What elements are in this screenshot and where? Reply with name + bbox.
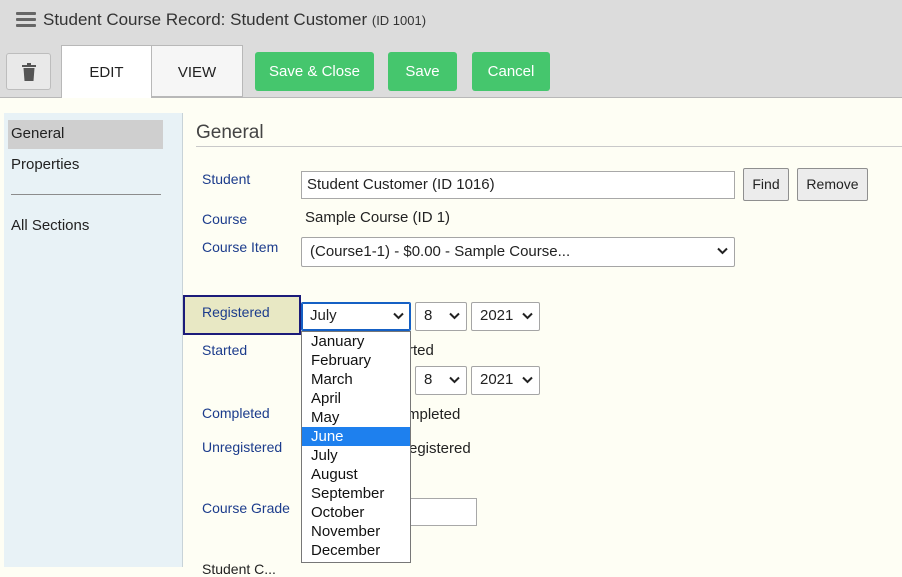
completed-label: Completed [202,405,270,421]
started-day-value: 8 [424,371,433,388]
student-field[interactable]: Student Customer (ID 1016) [301,171,735,199]
trash-icon [22,63,36,81]
section-title: General [196,122,264,143]
title-bar: Student Course Record: Student Customer … [0,0,902,40]
save-button[interactable]: Save [388,52,457,91]
month-option-highlighted[interactable]: June [302,427,410,446]
started-day-select[interactable]: 8 [415,366,467,395]
month-option[interactable]: March [302,370,410,389]
page-title-id: (ID 1001) [371,13,427,28]
sidebar: General Properties All Sections [4,113,183,567]
month-option[interactable]: November [302,522,410,541]
course-label: Course [202,211,248,227]
registered-label-box: Registered [183,295,301,335]
course-item-value: (Course1-1) - $0.00 - Sample Course... [310,243,571,260]
section-divider [196,146,902,147]
chevron-down-icon [449,376,460,384]
started-label: Started [202,342,248,358]
tab-edit[interactable]: EDIT [61,45,152,98]
registered-day-value: 8 [424,307,433,324]
started-year-value: 2021 [480,371,514,388]
month-option[interactable]: April [302,389,410,408]
sidebar-item-properties[interactable]: Properties [11,156,79,173]
registered-day-select[interactable]: 8 [415,302,467,331]
find-button[interactable]: Find [743,168,789,201]
registered-label: Registered [202,304,270,320]
started-year-select[interactable]: 2021 [471,366,540,395]
delete-button[interactable] [6,53,51,90]
course-value: Sample Course (ID 1) [305,209,451,226]
student-cut-off-label: Student C... [202,561,276,577]
completed-status[interactable]: mpleted [407,406,460,423]
registered-month-select[interactable]: July [301,302,411,331]
sidebar-item-all-sections[interactable]: All Sections [11,217,89,234]
course-grade-field[interactable] [400,498,477,526]
chevron-down-icon [393,312,404,320]
month-option[interactable]: May [302,408,410,427]
course-item-select[interactable]: (Course1-1) - $0.00 - Sample Course... [301,237,735,267]
chevron-down-icon [522,376,533,384]
student-label: Student [202,171,251,187]
month-dropdown-list[interactable]: January February March April May June Ju… [301,331,411,563]
course-grade-label: Course Grade [202,500,290,516]
save-close-button[interactable]: Save & Close [255,52,374,91]
remove-button[interactable]: Remove [797,168,868,201]
page-title: Student Course Record: Student Customer … [43,10,426,30]
toolbar: EDIT VIEW Save & Close Save Cancel [0,40,902,98]
chevron-down-icon [449,312,460,320]
month-option[interactable]: September [302,484,410,503]
sidebar-item-general[interactable]: General [11,125,64,142]
page-title-text: Student Course Record: Student Customer [43,10,368,29]
month-option[interactable]: August [302,465,410,484]
registered-year-value: 2021 [480,307,514,324]
started-status[interactable]: rted [408,342,434,359]
course-item-label: Course Item [202,239,279,255]
registered-year-select[interactable]: 2021 [471,302,540,331]
chevron-down-icon [717,247,728,255]
month-option[interactable]: February [302,351,410,370]
month-option[interactable]: January [302,332,410,351]
sidebar-divider [11,194,161,195]
tab-view[interactable]: VIEW [152,45,243,97]
registered-month-value: July [310,307,337,324]
chevron-down-icon [522,312,533,320]
month-option[interactable]: December [302,541,410,560]
unregistered-label: Unregistered [202,439,283,455]
month-option[interactable]: July [302,446,410,465]
cancel-button[interactable]: Cancel [472,52,550,91]
unregistered-status[interactable]: egistered [409,440,471,457]
month-option[interactable]: October [302,503,410,522]
menu-icon[interactable] [16,12,36,28]
